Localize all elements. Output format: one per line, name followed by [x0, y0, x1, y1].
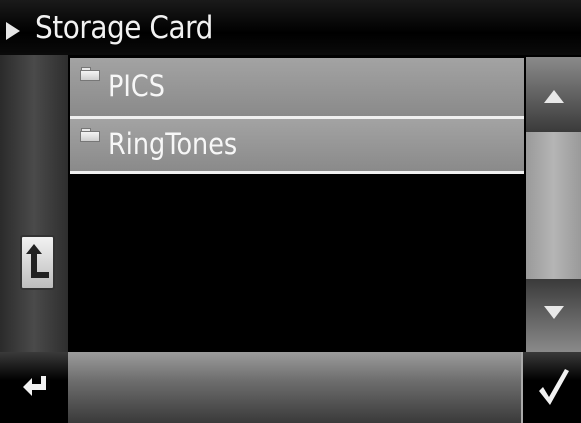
- triangle-up-icon: [544, 90, 564, 103]
- up-folder-button[interactable]: [20, 235, 55, 290]
- storage-card-browser: Storage Card PICS RingTones: [0, 0, 581, 423]
- checkmark-icon: [539, 369, 569, 405]
- scroll-up-button[interactable]: [526, 57, 581, 132]
- folder-icon: [80, 128, 100, 142]
- title-arrow-icon: [6, 22, 20, 40]
- page-title: Storage Card: [35, 10, 213, 46]
- scrollbar[interactable]: [526, 55, 581, 352]
- list-item-label: PICS: [108, 69, 165, 103]
- triangle-down-icon: [544, 306, 564, 319]
- list-item-ringtones[interactable]: RingTones: [70, 119, 524, 174]
- up-folder-icon: [26, 244, 49, 278]
- confirm-button[interactable]: [521, 352, 581, 423]
- list-item-label: RingTones: [108, 127, 238, 161]
- scroll-down-button[interactable]: [526, 279, 581, 352]
- back-button[interactable]: [0, 352, 68, 423]
- left-panel: [0, 55, 68, 352]
- folder-icon: [80, 67, 100, 81]
- title-bar: Storage Card: [0, 0, 581, 55]
- file-list: PICS RingTones: [68, 55, 524, 352]
- return-arrow-icon: [23, 376, 46, 396]
- scroll-track[interactable]: [526, 132, 581, 279]
- list-item-pics[interactable]: PICS: [70, 58, 524, 119]
- bottom-bar: [0, 352, 581, 423]
